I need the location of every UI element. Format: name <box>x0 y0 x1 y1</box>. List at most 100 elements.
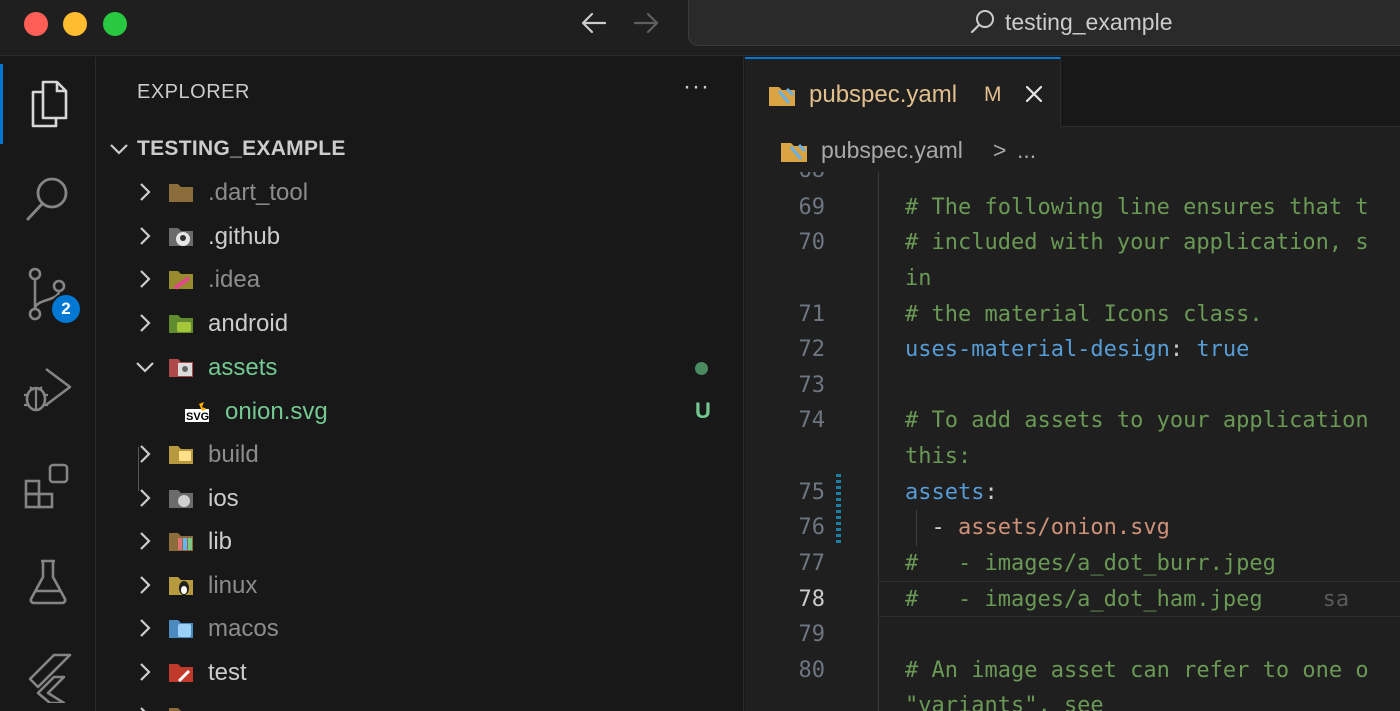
assets-folder-open-icon <box>169 359 193 377</box>
tree-item-android[interactable]: android <box>97 302 744 344</box>
arrow-left-icon <box>581 12 607 34</box>
line-number: 77 <box>798 551 826 576</box>
explorer-panel: EXPLORER ··· TESTING_EXAMPLE .dart_tool … <box>97 57 744 711</box>
workspace-root-folder[interactable]: TESTING_EXAMPLE <box>97 133 744 165</box>
search-icon <box>26 177 68 221</box>
breadcrumb-separator: > <box>993 137 1007 163</box>
tree-item-idea[interactable]: .idea <box>97 258 744 300</box>
code-line: # The following line ensures that t <box>905 195 1369 220</box>
svg-text:SVG: SVG <box>186 411 209 423</box>
chevron-right-icon <box>140 445 151 463</box>
files-icon <box>31 80 67 128</box>
yaml-key: assets <box>905 480 985 505</box>
go-back-button[interactable] <box>577 6 611 40</box>
run-debug-icon <box>24 367 72 412</box>
flask-icon <box>29 559 67 605</box>
tree-item-label: .idea <box>208 266 261 293</box>
tree-item-partial[interactable] <box>97 695 744 711</box>
yaml-colon: : <box>1169 337 1184 362</box>
tree-item-onion-svg[interactable]: SVG onion.svg U <box>97 390 744 432</box>
code-comment: # - images/a_dot_ham.jpeg <box>905 587 1263 612</box>
tree-item-assets[interactable]: assets <box>97 346 744 388</box>
chevron-down-icon <box>110 144 128 155</box>
editor-area: pubspec.yaml M pubspec.yaml > ... 68 69 … <box>745 57 1400 711</box>
activity-source-control[interactable] <box>0 254 96 334</box>
explorer-title: EXPLORER <box>137 81 250 103</box>
activity-flutter[interactable] <box>0 637 96 711</box>
line-number: 69 <box>798 195 826 220</box>
chevron-right-icon <box>140 183 151 201</box>
window-close-button[interactable] <box>24 12 48 36</box>
tree-item-build[interactable]: build <box>97 433 744 475</box>
code-line-wrapped: this: <box>905 444 972 469</box>
chevron-right-icon <box>140 270 151 288</box>
ios-folder-icon <box>169 490 193 508</box>
yaml-file-icon <box>769 87 795 106</box>
chevron-right-icon <box>140 489 151 507</box>
idea-folder-icon <box>169 271 193 290</box>
code-line-wrapped: "variants", see <box>905 693 1104 711</box>
chevron-right-icon <box>140 619 151 637</box>
tree-item-ios[interactable]: ios <box>97 477 744 519</box>
code-line: assets: <box>905 480 998 505</box>
code-line: # - images/a_dot_burr.jpeg <box>905 551 1276 576</box>
workspace-root-label: TESTING_EXAMPLE <box>137 137 346 160</box>
go-forward-button[interactable] <box>629 6 663 40</box>
window-minimize-button[interactable] <box>63 12 87 36</box>
chevron-right-icon <box>140 227 151 245</box>
chevron-right-icon <box>140 532 151 550</box>
chevron-right-icon <box>140 314 151 332</box>
tree-item-github[interactable]: .github <box>97 215 744 257</box>
command-center-search[interactable]: testing_example <box>688 0 1400 46</box>
code-line: # included with your application, s <box>905 230 1369 255</box>
arrow-right-icon <box>633 12 659 34</box>
breadcrumb: pubspec.yaml > ... <box>745 128 1400 172</box>
indent-guide <box>878 172 879 711</box>
tab-pubspec-yaml[interactable]: pubspec.yaml M <box>745 57 1061 128</box>
build-folder-icon <box>169 446 193 464</box>
chevron-right-icon <box>140 576 151 594</box>
tree-item-test[interactable]: test <box>97 651 744 693</box>
line-number: 79 <box>798 622 826 647</box>
breadcrumb-file[interactable]: pubspec.yaml <box>821 137 963 164</box>
yaml-value: true <box>1183 337 1250 362</box>
git-modified-gutter-indicator <box>836 474 841 546</box>
tree-item-label: build <box>208 441 259 468</box>
line-number: 75 <box>798 480 826 505</box>
editor-tabs: pubspec.yaml M <box>745 57 1400 128</box>
line-number: 71 <box>798 302 826 327</box>
close-icon[interactable] <box>1021 81 1047 107</box>
line-number: 72 <box>798 337 826 362</box>
folder-icon <box>169 708 193 711</box>
inline-ghost-text: sa <box>1322 587 1350 612</box>
flutter-icon <box>28 653 72 703</box>
code-line: # the material Icons class. <box>905 302 1263 327</box>
more-actions-button[interactable]: ··· <box>683 73 710 101</box>
macos-folder-icon <box>169 620 193 638</box>
tree-item-label: android <box>208 310 289 337</box>
activity-bar: 2 <box>0 57 96 711</box>
tree-item-lib[interactable]: lib <box>97 520 744 562</box>
activity-search[interactable] <box>0 159 96 239</box>
linux-folder-icon <box>169 577 193 595</box>
tree-item-linux[interactable]: linux <box>97 564 744 606</box>
tree-item-label: linux <box>208 572 258 599</box>
activity-run-debug[interactable] <box>0 349 96 429</box>
line-number-current: 78 <box>798 587 826 612</box>
activity-testing[interactable] <box>0 541 96 621</box>
tree-item-macos[interactable]: macos <box>97 607 744 649</box>
tree-item-dart-tool[interactable]: .dart_tool <box>97 171 744 213</box>
activity-extensions[interactable] <box>0 445 96 525</box>
github-folder-icon <box>169 228 193 246</box>
line-number: 74 <box>798 408 826 433</box>
window-maximize-button[interactable] <box>103 12 127 36</box>
tree-item-label: test <box>208 659 247 686</box>
activity-explorer[interactable] <box>0 64 96 144</box>
git-status-untracked: U <box>695 398 711 423</box>
chevron-right-icon <box>140 707 146 711</box>
test-folder-icon <box>169 664 193 683</box>
breadcrumb-symbol[interactable]: ... <box>1017 137 1036 164</box>
tree-item-label: assets <box>208 354 278 381</box>
line-number: 68 <box>745 172 826 183</box>
code-editor[interactable]: 68 69 70 71 72 73 74 75 76 77 78 79 80 #… <box>745 172 1400 711</box>
